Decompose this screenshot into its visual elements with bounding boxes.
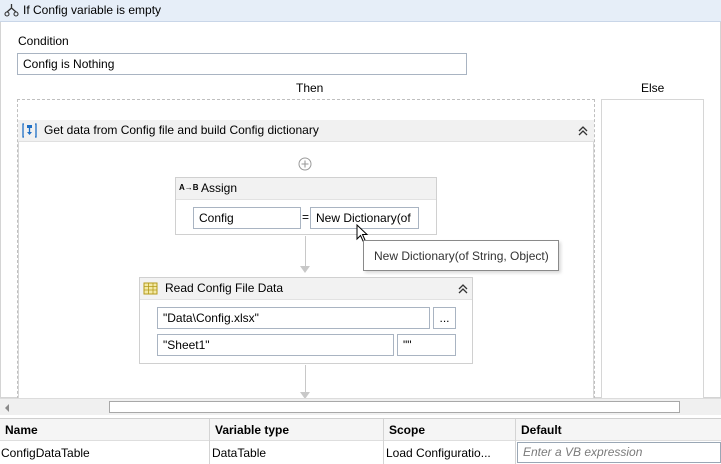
else-label: Else	[641, 81, 665, 95]
sequence-header[interactable]: Get data from Config file and build Conf…	[18, 120, 594, 142]
double-chevron-up-icon[interactable]	[576, 124, 590, 138]
assign-icon: A→B	[179, 183, 199, 192]
flow-connector	[305, 236, 306, 266]
then-label: Then	[296, 81, 324, 95]
column-divider[interactable]	[209, 419, 210, 464]
sequence-title: Get data from Config file and build Conf…	[44, 123, 319, 137]
variable-scope-cell[interactable]: Load Configuratio...	[386, 446, 491, 460]
assign-title: Assign	[201, 181, 238, 195]
assign-equals-sign: =	[302, 210, 310, 224]
variable-name-cell[interactable]: ConfigDataTable	[1, 446, 90, 460]
read-config-header[interactable]: Read Config File Data	[140, 278, 472, 300]
designer-canvas: If Config variable is empty Condition Co…	[0, 0, 721, 398]
plus-circle-icon[interactable]	[298, 157, 312, 171]
default-value-input[interactable]: Enter a VB expression	[517, 442, 721, 463]
column-header-scope[interactable]: Scope	[389, 423, 425, 437]
variables-header-row: Name Variable type Scope Default	[0, 419, 721, 441]
else-branch[interactable]	[601, 99, 704, 398]
assign-header[interactable]: A→B Assign	[176, 178, 436, 200]
if-branch-icon	[4, 3, 19, 18]
condition-label: Condition	[18, 34, 69, 48]
condition-input[interactable]: Config is Nothing	[17, 53, 467, 75]
flow-arrow	[300, 266, 310, 273]
variable-type-cell[interactable]: DataTable	[212, 446, 266, 460]
file-path-input[interactable]: "Data\Config.xlsx"	[157, 307, 430, 329]
read-config-title: Read Config File Data	[165, 281, 284, 295]
column-header-variable-type[interactable]: Variable type	[215, 423, 289, 437]
excel-table-icon	[143, 281, 159, 296]
if-activity-header[interactable]: If Config variable is empty	[0, 0, 721, 22]
column-divider[interactable]	[515, 419, 516, 464]
column-header-name[interactable]: Name	[5, 423, 38, 437]
scrollbar-thumb[interactable]	[109, 401, 680, 413]
range-input[interactable]: ""	[397, 334, 456, 356]
sheet-name-input[interactable]: "Sheet1"	[157, 334, 394, 356]
scroll-left-icon[interactable]	[3, 402, 11, 412]
flow-connector	[305, 365, 306, 393]
if-activity-title: If Config variable is empty	[23, 3, 162, 17]
expression-tooltip: New Dictionary(of String, Object)	[363, 240, 559, 271]
sequence-icon	[22, 123, 37, 138]
column-divider[interactable]	[383, 419, 384, 464]
browse-button[interactable]: ...	[433, 307, 456, 329]
assign-to-input[interactable]: Config	[193, 207, 301, 229]
column-header-default[interactable]: Default	[521, 423, 562, 437]
double-chevron-up-icon[interactable]	[456, 282, 470, 296]
